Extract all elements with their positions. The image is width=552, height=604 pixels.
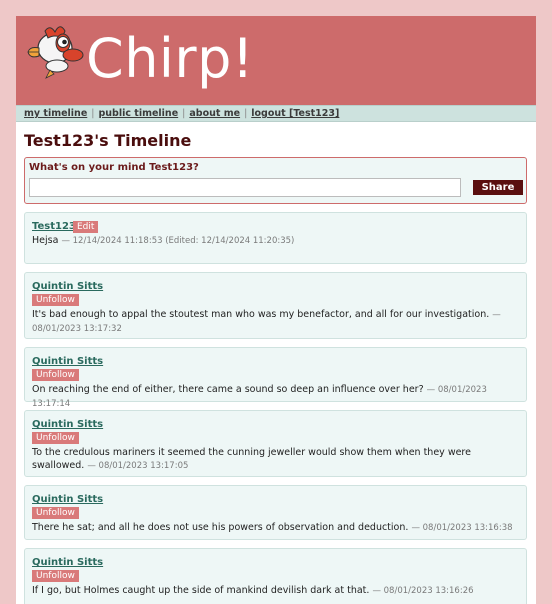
post-body: If I go, but Holmes caught up the side o… (32, 584, 522, 598)
post-timestamp: — 08/01/2023 13:17:05 (87, 461, 189, 471)
post-item: Quintin Sitts Unfollow It's bad enough t… (24, 272, 527, 339)
nav-separator: | (182, 108, 186, 119)
page-container: Chirp! my timeline | public timeline | about… (16, 16, 536, 604)
nav-public-timeline[interactable]: public timeline (98, 108, 178, 119)
app-title: Chirp! (86, 27, 255, 90)
post-timestamp: — 08/01/2023 13:16:26 (372, 586, 474, 596)
post-text: If I go, but Holmes caught up the side o… (32, 585, 370, 596)
unfollow-button[interactable]: Unfollow (32, 369, 79, 381)
nav-bar: my timeline | public timeline | about me | log… (16, 105, 536, 122)
compose-box: What's on your mind Test123? Share (24, 157, 527, 204)
post-text: On reaching the end of either, there cam… (32, 384, 424, 395)
share-button[interactable]: Share (473, 180, 523, 195)
unfollow-button[interactable]: Unfollow (32, 294, 79, 306)
bird-logo-icon (27, 26, 84, 79)
post-author-link[interactable]: Quintin Sitts (32, 557, 103, 568)
post-item: Quintin Sitts Unfollow To the credulous … (24, 410, 527, 477)
post-body: On reaching the end of either, there cam… (32, 383, 522, 411)
nav-logout[interactable]: logout [Test123] (251, 108, 339, 119)
page-title: Test123's Timeline (24, 131, 192, 150)
unfollow-button[interactable]: Unfollow (32, 432, 79, 444)
post-timestamp: — 08/01/2023 13:16:38 (411, 523, 513, 533)
compose-label: What's on your mind Test123? (29, 162, 199, 173)
post-body: It's bad enough to appal the stoutest ma… (32, 308, 522, 336)
post-author-link[interactable]: Quintin Sitts (32, 419, 103, 430)
post-item: Quintin Sitts Unfollow On reaching the e… (24, 347, 527, 409)
post-text: Hejsa (32, 235, 59, 246)
post-body: Hejsa — 12/14/2024 11:18:53 (Edited: 12/… (32, 234, 522, 248)
compose-input[interactable] (29, 178, 461, 197)
post-timestamp: — 12/14/2024 11:18:53 (Edited: 12/14/202… (61, 236, 295, 246)
post-author-link[interactable]: Test123 (32, 221, 76, 232)
edit-button[interactable]: Edit (73, 221, 99, 233)
nav-about-me[interactable]: about me (189, 108, 240, 119)
post-text: There he sat; and all he does not use hi… (32, 522, 409, 533)
nav-separator: | (244, 108, 248, 119)
nav-my-timeline[interactable]: my timeline (24, 108, 87, 119)
post-item: Quintin Sitts Unfollow If I go, but Holm… (24, 548, 527, 604)
post-text: It's bad enough to appal the stoutest ma… (32, 309, 490, 320)
unfollow-button[interactable]: Unfollow (32, 570, 79, 582)
post-body: There he sat; and all he does not use hi… (32, 521, 522, 535)
unfollow-button[interactable]: Unfollow (32, 507, 79, 519)
nav-separator: | (91, 108, 95, 119)
post-author-link[interactable]: Quintin Sitts (32, 281, 103, 292)
app-header: Chirp! (16, 16, 536, 105)
post-author-link[interactable]: Quintin Sitts (32, 494, 103, 505)
post-item: Quintin Sitts Unfollow There he sat; and… (24, 485, 527, 540)
post-body: To the credulous mariners it seemed the … (32, 446, 522, 473)
post-author-link[interactable]: Quintin Sitts (32, 356, 103, 367)
post-item: Test123 Edit Hejsa — 12/14/2024 11:18:53… (24, 212, 527, 264)
